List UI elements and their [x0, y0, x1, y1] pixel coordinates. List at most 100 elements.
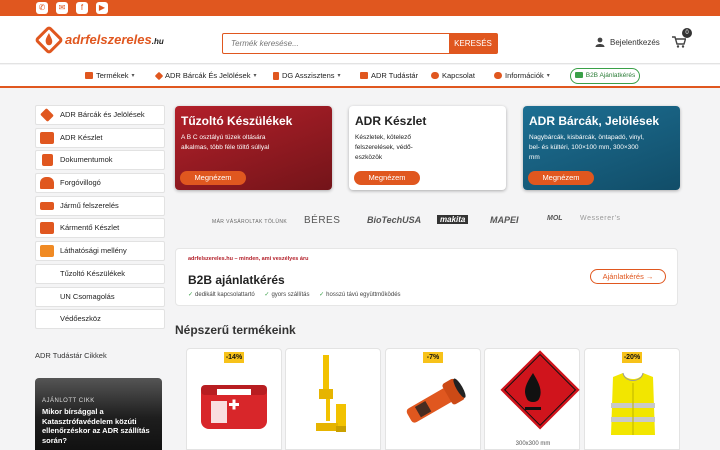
site-logo[interactable]: adrfelszereles.hu: [34, 24, 174, 56]
promo-button[interactable]: Megnézem: [528, 171, 594, 185]
b2b-title: B2B ajánlatkérés: [188, 273, 285, 287]
flammable-placard-image: [500, 350, 580, 430]
nav-item-information[interactable]: Információk ▾: [494, 71, 550, 80]
nav-label: ADR Tudástár: [371, 71, 419, 80]
hazard-diamond-icon: [40, 108, 54, 122]
brand-logo: makita: [437, 215, 469, 224]
product-card[interactable]: -7%: [385, 348, 481, 450]
promo-button[interactable]: Megnézem: [180, 171, 246, 185]
site-header: adrfelszereles.hu KERESÉS Bejelentkezés …: [0, 16, 720, 64]
discount-badge: -14%: [224, 352, 244, 363]
sidebar-item-adr-labels[interactable]: ADR Bárcák és Jelölések: [35, 105, 165, 125]
book-icon: [360, 72, 368, 79]
nav-item-contact[interactable]: Kapcsolat: [431, 71, 475, 80]
promo-title: Tűzoltó Készülékek: [181, 114, 293, 128]
chevron-down-icon: ▾: [253, 73, 257, 79]
sidebar-item-documents[interactable]: Dokumentumok: [35, 150, 165, 171]
brand-logo: BioTechUSA: [367, 215, 422, 225]
brand-strip-label: MÁR VÁSÁROLTAK TŐLÜNK: [212, 219, 288, 225]
sidebar-item-label: Védőeszköz: [60, 314, 101, 324]
search-bar: KERESÉS: [222, 33, 498, 54]
vest-icon: [40, 245, 54, 258]
b2b-request-pill[interactable]: B2B Ajánlatkérés: [570, 68, 640, 84]
benefit-item: ✓ hosszú távú együttműködés: [319, 292, 401, 298]
b2b-benefits: ✓ dedikált kapcsolattartó ✓ gyors szállítá…: [188, 291, 409, 298]
sidebar-item-beacon[interactable]: Forgóvillogó: [35, 173, 165, 194]
search-input[interactable]: [223, 34, 451, 53]
sidebar-item-label: Jármű felszerelés: [60, 200, 119, 210]
benefit-item: ✓ dedikált kapcsolattartó: [188, 292, 255, 298]
wheel-chock-icon: [40, 201, 54, 210]
product-card[interactable]: [285, 348, 381, 450]
category-sidebar: ADR Bárcák és Jelölések ADR Készlet Doku…: [35, 105, 165, 332]
nav-item-knowledge-base[interactable]: ADR Tudástár: [360, 71, 418, 80]
document-icon: [42, 154, 53, 167]
sidebar-item-vehicle-equipment[interactable]: Jármű felszerelés: [35, 195, 165, 216]
products-icon: [85, 72, 93, 79]
kit-bag-icon: [40, 131, 54, 144]
handshake-icon: [574, 72, 583, 78]
check-icon: ✓: [264, 292, 270, 298]
sidebar-item-label: Dokumentumok: [60, 155, 113, 165]
chat-icon: [431, 72, 439, 79]
b2b-pill-label: B2B Ajánlatkérés: [585, 72, 636, 79]
chevron-down-icon: ▾: [546, 73, 550, 79]
discount-badge: -7%: [423, 352, 443, 363]
popular-products-heading: Népszerű termékeink: [175, 323, 296, 337]
search-button[interactable]: KERESÉS: [449, 34, 497, 53]
sidebar-item-fire-extinguishers[interactable]: Tűzoltó Készülékek: [35, 263, 165, 284]
promo-title: ADR Bárcák, Jelölések: [529, 114, 660, 128]
promo-text: A B C osztályú tüzek oltására alkalmas, …: [181, 134, 270, 151]
nav-label: ADR Bárcák És Jelölések: [165, 71, 251, 80]
logo-suffix: .hu: [151, 37, 164, 46]
youtube-icon[interactable]: ▶: [96, 2, 108, 14]
nav-item-adr-labels[interactable]: ADR Bárcák És Jelölések ▾: [154, 71, 257, 80]
sidebar-item-protective-equipment[interactable]: Védőeszköz: [35, 309, 165, 330]
sidebar-item-adr-kit[interactable]: ADR Készlet: [35, 127, 165, 148]
product-card[interactable]: -14%: [186, 348, 282, 450]
nav-item-dg-assistant[interactable]: DG Asszisztens ▾: [273, 71, 341, 80]
promo-title: ADR Készlet: [355, 114, 427, 128]
sidebar-item-un-packaging[interactable]: UN Csomagolás: [35, 286, 165, 307]
diamond-icon: [154, 71, 164, 80]
brand-strip: MÁR VÁSÁROLTAK TŐLÜNK BÉRES BioTechUSA m…: [212, 214, 672, 230]
phone-icon[interactable]: ✆: [36, 2, 48, 14]
sidebar-item-hi-vis-vest[interactable]: Láthatósági mellény: [35, 241, 165, 262]
sidebar-item-label: ADR Bárcák és Jelölések: [60, 110, 145, 119]
sidebar-item-label: ADR Készlet: [60, 132, 103, 142]
tablet-icon: [273, 71, 279, 80]
facebook-icon[interactable]: f: [76, 2, 88, 14]
cart-count-badge: 0: [682, 28, 692, 38]
sidebar-item-label: Forgóvillogó: [60, 178, 101, 188]
cart-icon: [672, 36, 686, 48]
nav-label: Termékek: [96, 71, 129, 80]
nav-label: Információk: [505, 71, 544, 80]
chevron-down-icon: ▾: [131, 73, 135, 79]
top-bar: ✆ ✉ f ▶: [0, 0, 720, 16]
logo-text: adrfelszereles: [65, 32, 152, 47]
discount-badge: -20%: [622, 352, 642, 363]
cart-button[interactable]: 0: [672, 28, 694, 53]
product-card[interactable]: 300x300 mm: [484, 348, 580, 450]
spill-kit-icon: [40, 222, 54, 235]
promo-card-adr-labels: ADR Bárcák, Jelölések Nagybárcák, kisbár…: [523, 106, 680, 190]
sidebar-item-spill-kit[interactable]: Kármentő Készlet: [35, 218, 165, 239]
product-card[interactable]: -20%: [584, 348, 680, 450]
main-nav: Termékek ▾ ADR Bárcák És Jelölések ▾ DG As…: [0, 65, 720, 88]
sidebar-item-label: Tűzoltó Készülékek: [60, 268, 126, 278]
brand-logo: Wesserer's: [580, 215, 621, 222]
user-icon: [595, 37, 605, 47]
promo-card-fire-extinguishers: Tűzoltó Készülékek A B C osztályú tüzek …: [175, 106, 332, 190]
article-tag: AJÁNLOTT CIKK: [42, 398, 95, 404]
info-icon: [494, 72, 502, 79]
b2b-request-button[interactable]: Ajánlatkérés →: [590, 269, 666, 284]
sidebar-item-label: Láthatósági mellény: [60, 246, 127, 256]
nav-item-products[interactable]: Termékek ▾: [85, 71, 135, 80]
login-link[interactable]: Bejelentkezés: [595, 34, 660, 50]
mail-icon[interactable]: ✉: [56, 2, 68, 14]
brand-logo: MOL: [547, 215, 563, 222]
featured-article-card[interactable]: AJÁNLOTT CIKK Mikor bírsággal a Katasztr…: [35, 378, 162, 450]
promo-card-adr-kit: ADR Készlet Készletek, kötelező felszere…: [349, 106, 506, 190]
promo-button[interactable]: Megnézem: [354, 171, 420, 185]
promo-text: Készletek, kötelező felszerelések, védő-…: [355, 134, 413, 161]
